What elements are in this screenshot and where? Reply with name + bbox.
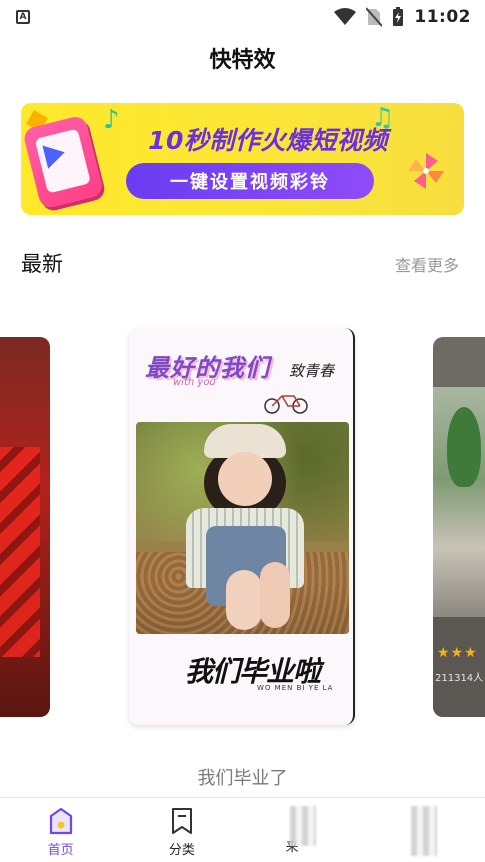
phone-illustration — [22, 114, 104, 210]
status-bar: A 11:02 — [0, 0, 485, 34]
battery-charging-icon — [393, 7, 404, 26]
usage-count: 211314人 — [435, 673, 484, 684]
card-photo — [136, 422, 349, 634]
tab-third[interactable]: 来 — [243, 798, 364, 862]
wifi-icon — [334, 8, 357, 25]
carousel-caption: 我们毕业了 — [197, 768, 288, 789]
bookmark-icon — [171, 808, 192, 834]
promo-banner[interactable]: ♪ ♫ 10秒制作火爆短视频 一键设置视频彩铃 — [21, 103, 464, 215]
rating-stars: ★★★ — [437, 645, 478, 661]
card-young-text: 致青春 — [289, 362, 335, 380]
banner-headline: 10秒制作火爆短视频 — [148, 126, 388, 155]
carousel-card-current[interactable]: 最好的我们 with you 致青春 我们毕业啦 WO MEN BI YE LA — [129, 328, 355, 725]
app-notification-icon: A — [16, 10, 30, 24]
tab-home[interactable]: 首页 — [0, 798, 121, 862]
leaf-decoration — [447, 407, 481, 487]
home-icon — [49, 807, 72, 835]
status-icons: 11:02 — [334, 7, 471, 27]
no-sim-icon — [366, 7, 383, 27]
bottom-tab-bar: 首页 分类 来 — [0, 797, 485, 862]
bicycle-icon — [264, 395, 308, 414]
tab-category-label: 分类 — [168, 843, 195, 858]
tab-category[interactable]: 分类 — [121, 798, 242, 862]
carousel-card-next[interactable]: ★★★ 211314人 — [433, 337, 485, 717]
blurred-icon — [411, 806, 438, 856]
clock: 11:02 — [414, 7, 471, 27]
card-graduation-subtext: WO MEN BI YE LA — [257, 684, 334, 692]
pinwheel-icon — [408, 153, 444, 189]
card-with-you-text: with you — [173, 377, 216, 388]
blurred-icon — [290, 806, 317, 846]
tab-home-label: 首页 — [47, 843, 74, 858]
banner-cta-pill: 一键设置视频彩铃 — [126, 163, 374, 199]
carousel-card-prev[interactable] — [0, 337, 50, 717]
tab-fourth[interactable] — [364, 798, 485, 862]
see-more-link[interactable]: 查看更多 — [395, 252, 459, 276]
section-title-latest: 最新 — [21, 252, 63, 276]
page-title: 快特效 — [209, 48, 276, 73]
